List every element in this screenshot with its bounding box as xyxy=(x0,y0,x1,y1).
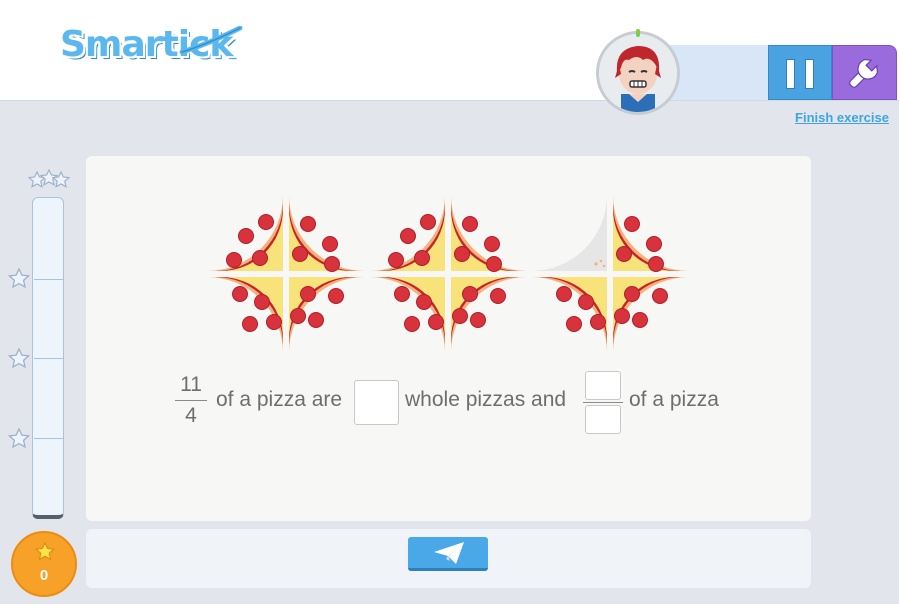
pizza-slice xyxy=(208,277,283,352)
settings-button[interactable] xyxy=(832,45,897,100)
avatar-icon xyxy=(599,34,677,112)
numerator-input[interactable] xyxy=(585,371,621,400)
pizza xyxy=(369,196,527,352)
whole-pizzas-input[interactable] xyxy=(354,380,399,425)
send-answer-button[interactable] xyxy=(408,537,488,571)
pizza-slice xyxy=(289,196,365,272)
finish-exercise-link[interactable]: Finish exercise xyxy=(795,110,889,125)
progress-tick xyxy=(34,358,64,359)
score-badge: 0 xyxy=(11,531,77,597)
denominator-input[interactable] xyxy=(585,405,621,434)
star-icon xyxy=(7,427,31,449)
question-sentence: 11 4 of a pizza are whole pizzas and of … xyxy=(175,368,795,438)
avatar xyxy=(596,31,680,115)
given-fraction: 11 4 xyxy=(175,372,207,429)
pizza-slice xyxy=(531,277,607,352)
question-text-3: of a pizza xyxy=(629,388,719,411)
fraction-denominator: 4 xyxy=(185,404,197,427)
star-icon xyxy=(7,347,31,369)
timer-indicator xyxy=(636,29,640,37)
pizza-slice xyxy=(451,277,527,352)
answer-fraction-bar xyxy=(583,402,623,403)
pizza xyxy=(531,196,688,352)
progress-tick xyxy=(34,438,64,439)
question-text-2: whole pizzas and xyxy=(405,388,567,411)
pizza-illustration xyxy=(208,196,688,352)
pizza-slice xyxy=(289,277,365,352)
pizza-slice xyxy=(613,196,688,272)
fraction-bar xyxy=(175,400,207,401)
fraction-numerator: 11 xyxy=(180,373,202,396)
question-text-1: of a pizza are xyxy=(216,388,343,411)
pizza-slice xyxy=(369,196,445,271)
paper-plane-icon xyxy=(434,542,464,564)
pizza-slice xyxy=(208,196,283,271)
pause-button[interactable] xyxy=(768,45,832,100)
score-value: 0 xyxy=(39,567,49,584)
missing-slice xyxy=(531,196,607,271)
wrench-icon xyxy=(849,58,879,88)
pizza-slice xyxy=(369,277,445,352)
star-icon xyxy=(7,267,31,289)
pizza-slice xyxy=(613,277,688,352)
star-icon xyxy=(34,541,56,561)
pizza xyxy=(208,196,365,352)
progress-tick xyxy=(34,279,64,280)
logo-swoosh-icon xyxy=(179,26,243,55)
pizza-slice xyxy=(451,196,527,272)
three-stars-icon xyxy=(28,168,70,188)
